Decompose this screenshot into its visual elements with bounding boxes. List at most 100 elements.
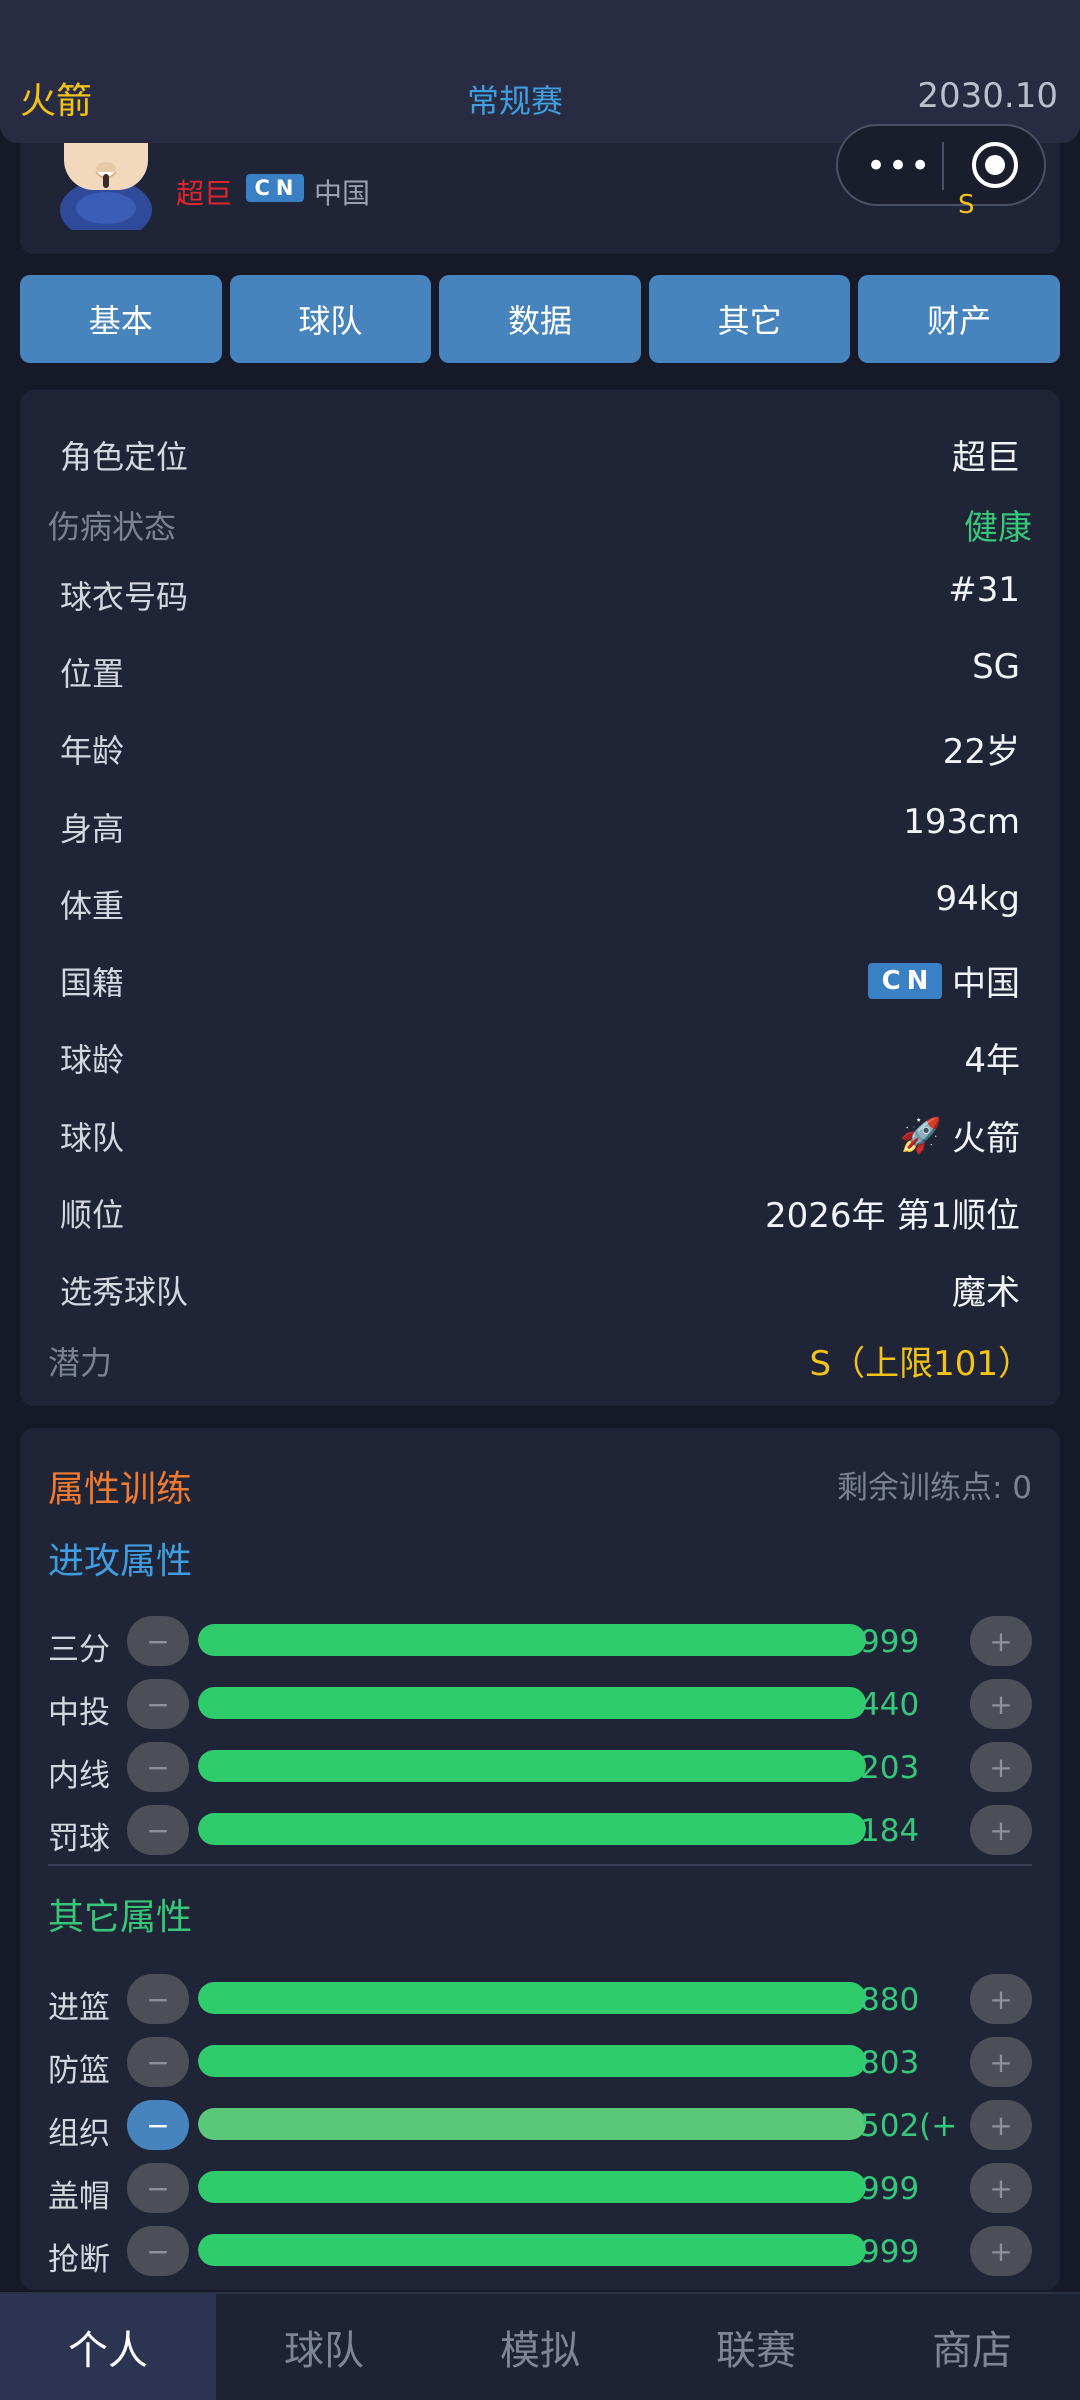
potential-value: S（上限101） [809,1344,1032,1384]
draft-value: 2026年 第1顺位 [765,1196,1020,1236]
close-target-icon[interactable] [972,142,1018,188]
decrease-button[interactable]: − [127,1805,189,1855]
info-row-age: 年龄 22岁 [20,714,1060,774]
player-grade: S [958,190,975,220]
attribute-row: 三分 − 999 + [20,1616,1060,1672]
attribute-bar-fill [198,1813,866,1845]
attribute-row: 罚球 − 184 + [20,1805,1060,1861]
attribute-value: 803 [860,2045,920,2081]
decrease-button[interactable]: − [127,2226,189,2276]
more-icon[interactable]: ••• [866,146,932,186]
attribute-name: 罚球 [48,1821,110,1857]
attribute-value: 999 [860,2171,920,2207]
role-label: 角色定位 [60,438,189,476]
increase-button[interactable]: + [970,2226,1032,2276]
game-date: 2030.10 [917,76,1058,116]
attribute-row: 抢断 − 999 + [20,2226,1060,2282]
info-row-height: 身高 193cm [20,792,1060,852]
attribute-name: 内线 [48,1758,110,1794]
tab-stats[interactable]: 数据 [439,275,641,363]
attribute-value: 184 [860,1813,920,1849]
nationality-text: 中国 [952,964,1020,1004]
attribute-name: 中投 [48,1695,110,1731]
nation-flag-icon: CN [868,962,942,999]
decrease-button[interactable]: − [127,2037,189,2087]
training-title: 属性训练 [48,1469,193,1510]
nav-shop[interactable]: 商店 [864,2294,1080,2400]
position-value: SG [972,647,1020,687]
increase-button[interactable]: + [970,2037,1032,2087]
increase-button[interactable]: + [970,1805,1032,1855]
tab-assets[interactable]: 财产 [858,275,1060,363]
attribute-bar-fill [198,2234,866,2266]
attribute-bar-fill [198,2045,866,2077]
attribute-name: 三分 [48,1632,110,1668]
info-row-role: 角色定位 超巨 [20,420,1060,480]
attribute-value: 502(+1 [860,2108,960,2144]
attribute-bar [198,1624,866,1656]
tab-basic[interactable]: 基本 [20,275,222,363]
capsule-divider [942,142,944,190]
nav-league[interactable]: 联赛 [648,2294,864,2400]
profile-tabs: 基本 球队 数据 其它 财产 [20,275,1060,363]
attribute-bar [198,1813,866,1845]
info-row-nationality: 国籍 CN 中国 [20,946,1060,1006]
attribute-value: 203 [860,1750,920,1786]
attribute-value: 999 [860,1624,920,1660]
nav-personal[interactable]: 个人 [0,2294,216,2400]
position-label: 位置 [60,655,125,693]
attribute-name: 进篮 [48,1990,110,2026]
decrease-button[interactable]: − [127,1742,189,1792]
increase-button[interactable]: + [970,1742,1032,1792]
experience-label: 球龄 [60,1041,125,1079]
team-value: 🚀 火箭 [900,1111,1020,1160]
attribute-training-card: 属性训练 剩余训练点: 0 进攻属性 三分 −999 + 中投 −440 + 内线 −203 +… [20,1428,1060,2290]
decrease-button[interactable]: − [127,1616,189,1666]
draft-team-label: 选秀球队 [60,1273,189,1311]
info-row-position: 位置 SG [20,637,1060,697]
experience-value: 4年 [964,1041,1020,1081]
info-row-draft: 顺位 2026年 第1顺位 [20,1178,1060,1238]
info-row-draft-team: 选秀球队 魔术 [20,1255,1060,1315]
attribute-name: 抢断 [48,2242,110,2278]
attribute-bar [198,1750,866,1782]
increase-button[interactable]: + [970,1679,1032,1729]
tab-other[interactable]: 其它 [648,275,851,363]
role-tag: 超巨 [176,177,233,210]
role-value: 超巨 [952,438,1020,478]
attribute-bar-fill [198,1982,866,2014]
increase-button[interactable]: + [970,2163,1032,2213]
attribute-row: 内线 − 203 + [20,1742,1060,1798]
increase-button[interactable]: + [970,2100,1032,2150]
info-row-potential: 潜力 S（上限101） [20,1326,1060,1386]
decrease-button[interactable]: − [127,2100,189,2150]
increase-button[interactable]: + [970,1616,1032,1666]
nav-simulate[interactable]: 模拟 [432,2294,648,2400]
nav-team[interactable]: 球队 [216,2294,432,2400]
basic-info-card: 角色定位 超巨 伤病状态 健康 球衣号码 #31 位置 SG 年龄 22岁 身高… [20,390,1060,1406]
decrease-button[interactable]: − [127,1679,189,1729]
attribute-bar [198,2045,866,2077]
potential-label: 潜力 [48,1344,113,1382]
decrease-button[interactable]: − [127,2163,189,2213]
nation-flag: CN [246,174,304,202]
attribute-row: 组织− 502(+1 + [20,2100,1060,2156]
attribute-value: 880 [860,1982,920,2018]
info-row-injury: 伤病状态 健康 [20,490,1060,550]
season-mode: 常规赛 [466,82,563,120]
age-label: 年龄 [60,732,125,770]
attribute-bar-fill [198,2171,866,2203]
team-label: 球队 [60,1119,125,1157]
height-value: 193cm [903,802,1020,842]
injury-label: 伤病状态 [48,508,177,546]
increase-button[interactable]: + [970,1974,1032,2024]
injury-value: 健康 [964,508,1032,548]
attribute-bar [198,2108,866,2140]
rocket-icon: 🚀 [899,1115,942,1156]
decrease-button[interactable]: − [127,1974,189,2024]
attribute-bar [198,1982,866,2014]
attribute-bar-fill [198,1624,866,1656]
weight-value: 94kg [935,879,1020,919]
tab-team[interactable]: 球队 [229,275,432,363]
attribute-value: 999 [860,2234,920,2270]
